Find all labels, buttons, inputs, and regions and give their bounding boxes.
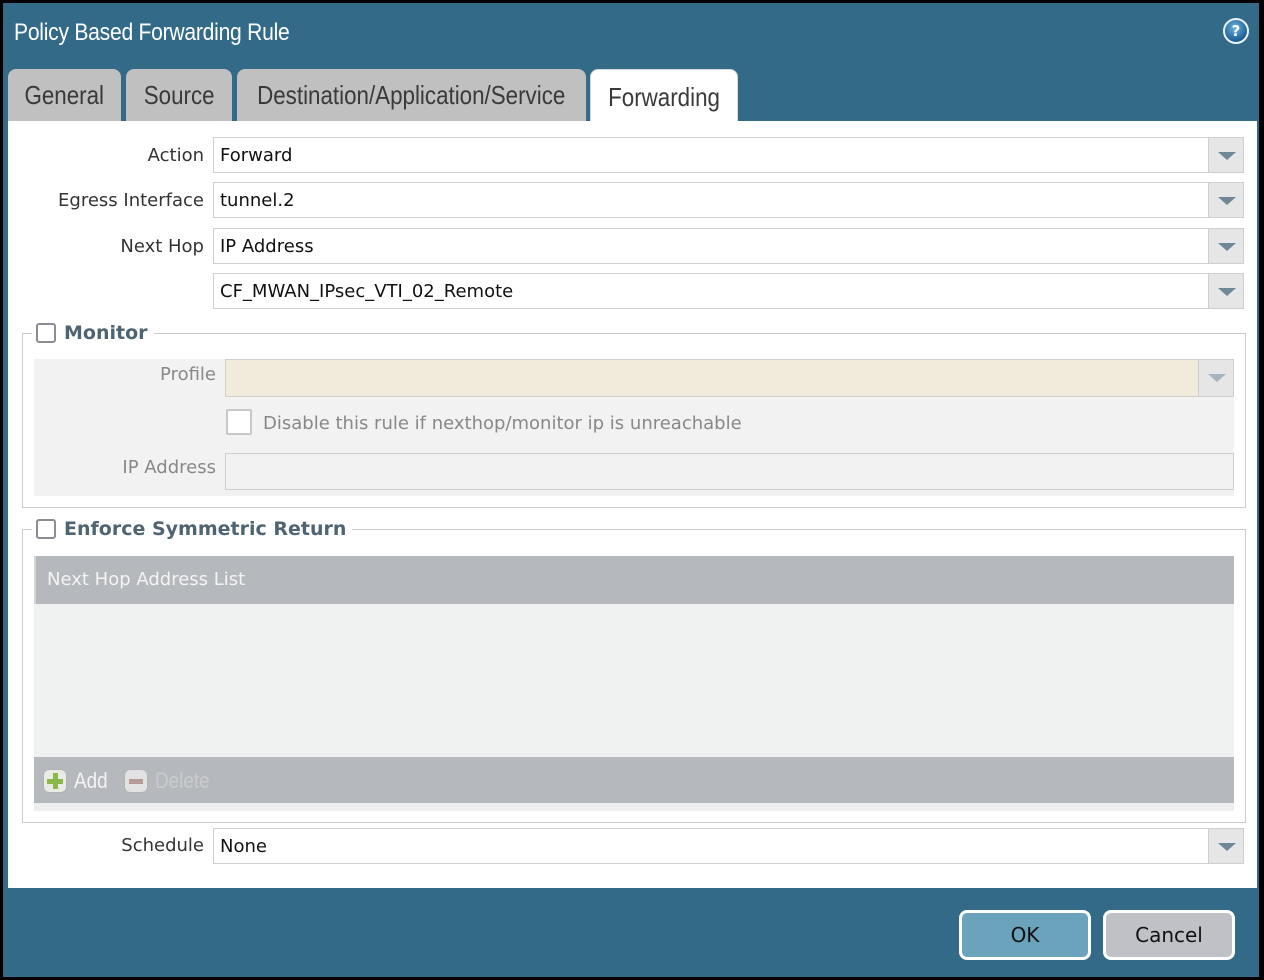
chevron-down-icon[interactable] [1208,137,1244,173]
monitor-ip-input[interactable] [225,453,1234,490]
monitor-legend: Monitor [32,320,154,346]
action-select[interactable]: Forward [213,137,1244,173]
profile-label: Profile [160,364,216,385]
tab-general[interactable]: General [8,69,121,121]
delete-button[interactable]: Delete [125,768,219,794]
cancel-button[interactable]: Cancel [1103,910,1235,960]
next-hop-label: Next Hop [120,236,204,257]
dialog-title: Policy Based Forwarding Rule [14,19,290,46]
disable-rule-checkbox[interactable] [226,409,252,435]
chevron-down-icon[interactable] [1208,273,1244,309]
schedule-select[interactable]: None [213,828,1244,864]
ok-button[interactable]: OK [959,910,1091,960]
monitor-checkbox[interactable] [36,323,56,343]
tab-forwarding[interactable]: Forwarding [590,69,738,125]
egress-interface-select[interactable]: tunnel.2 [213,182,1244,218]
add-icon [44,770,66,792]
next-hop-list-body [34,604,1234,757]
pbf-rule-dialog: Policy Based Forwarding Rule ? General S… [3,3,1259,977]
help-icon[interactable]: ? [1223,18,1249,44]
next-hop-list-header[interactable]: Next Hop Address List [34,556,1234,604]
tab-source[interactable]: Source [126,69,232,121]
chevron-down-icon[interactable] [1208,828,1244,864]
next-hop-address-select[interactable]: CF_MWAN_IPsec_VTI_02_Remote [213,273,1244,309]
symmetric-return-checkbox[interactable] [36,519,56,539]
next-hop-type-select[interactable]: IP Address [213,228,1244,264]
delete-icon [125,770,147,792]
monitor-profile-select[interactable] [225,359,1234,397]
egress-interface-label: Egress Interface [58,190,204,211]
symmetric-return-legend: Enforce Symmetric Return [32,516,353,542]
disable-rule-label: Disable this rule if nexthop/monitor ip … [263,413,742,434]
chevron-down-icon[interactable] [1208,182,1244,218]
chevron-down-icon[interactable] [1198,359,1234,397]
forwarding-panel: Action Forward Egress Interface tunnel.2… [8,121,1257,888]
next-hop-list-toolbar: Add Delete [34,757,1234,803]
schedule-label: Schedule [121,835,204,856]
tab-destination-application-service[interactable]: Destination/Application/Service [237,69,586,121]
add-button[interactable]: Add [44,768,113,794]
action-label: Action [147,145,204,166]
chevron-down-icon[interactable] [1208,228,1244,264]
next-hop-list-footer [34,803,1234,811]
monitor-ip-label: IP Address [122,457,216,478]
